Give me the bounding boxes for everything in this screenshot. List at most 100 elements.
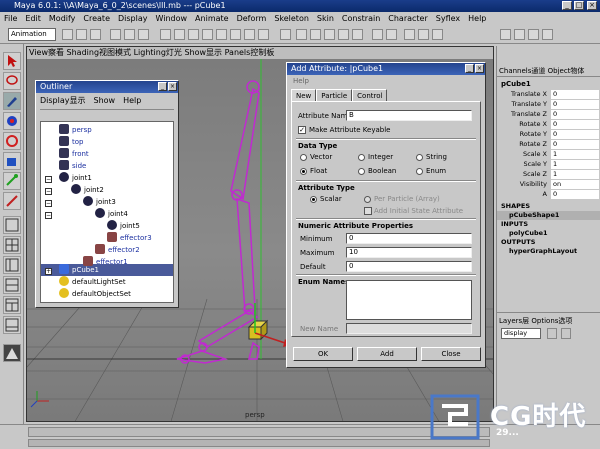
menu-edit[interactable]: Edit [25, 12, 41, 26]
dialog-minimize-button[interactable]: _ [465, 64, 474, 73]
range-slider[interactable] [28, 439, 490, 447]
channel-row[interactable]: Translate Y0 [499, 100, 599, 109]
layout-four-icon[interactable] [3, 236, 21, 254]
render-globals-icon[interactable] [432, 29, 443, 40]
channel-row[interactable]: Translate Z0 [499, 110, 599, 119]
new-name-input[interactable] [346, 323, 472, 334]
list-item[interactable]: side [59, 160, 86, 172]
list-item[interactable]: joint4 [95, 208, 128, 220]
channel-row[interactable]: Rotate Z0 [499, 140, 599, 149]
close-button[interactable]: × [587, 1, 597, 10]
minimize-button[interactable]: _ [562, 1, 572, 10]
layer-options-icon[interactable] [561, 328, 571, 339]
lock-selection-icon[interactable] [280, 29, 291, 40]
ipr-render-icon[interactable] [418, 29, 429, 40]
channel-row[interactable]: Rotate X0 [499, 120, 599, 129]
maximize-button[interactable]: □ [574, 1, 584, 10]
expand-toggle[interactable]: + [45, 268, 52, 275]
tab-control[interactable]: Control [352, 89, 388, 101]
add-button[interactable]: Add [357, 347, 417, 361]
dialog-close-button[interactable]: × [475, 64, 484, 73]
select-curve-icon[interactable] [188, 29, 199, 40]
channel-row[interactable]: Visibility on [499, 180, 599, 189]
keyable-checkbox[interactable]: ✓ [298, 126, 306, 134]
boolean-radio[interactable] [358, 168, 365, 175]
tab-particle[interactable]: Particle [316, 89, 353, 101]
menu-skeleton[interactable]: Skeleton [274, 12, 309, 26]
snap-grid-icon[interactable] [296, 29, 307, 40]
layout-single-icon[interactable] [3, 216, 21, 234]
list-item[interactable]: persp [59, 124, 92, 136]
expand-toggle[interactable]: − [45, 200, 52, 207]
list-item[interactable]: joint1 [59, 172, 92, 184]
list-item[interactable]: front [59, 148, 89, 160]
list-item[interactable]: joint5 [107, 220, 140, 232]
menu-help[interactable]: Help [468, 12, 486, 26]
select-misc-icon[interactable] [258, 29, 269, 40]
channel-row[interactable]: Scale Z1 [499, 170, 599, 179]
select-dynamic-icon[interactable] [230, 29, 241, 40]
tool-settings-toggle-icon[interactable] [528, 29, 539, 40]
expand-toggle[interactable]: − [45, 212, 52, 219]
history-icon[interactable] [372, 29, 383, 40]
shape-node[interactable]: pCubeShape1 [509, 211, 559, 219]
list-item[interactable]: defaultLightSet [59, 276, 126, 288]
layout-hypershade-icon[interactable] [3, 296, 21, 314]
snap-view-icon[interactable] [338, 29, 349, 40]
integer-radio[interactable] [358, 154, 365, 161]
manipulator-tool-icon[interactable] [3, 172, 21, 190]
viewport-menu[interactable]: View察看 Shading视图模式 Lighting灯光 Show显示 Pan… [27, 47, 493, 59]
dialog-menu-help[interactable]: Help [293, 77, 309, 85]
menu-character[interactable]: Character [388, 12, 428, 26]
select-tool-icon[interactable] [3, 52, 21, 70]
menu-syflex[interactable]: Syflex [436, 12, 460, 26]
select-joint-icon[interactable] [174, 29, 185, 40]
channel-row[interactable]: Scale X1 [499, 150, 599, 159]
layout-persp-outliner-icon[interactable] [3, 256, 21, 274]
channel-row[interactable]: Scale Y1 [499, 160, 599, 169]
expand-toggle[interactable]: − [45, 176, 52, 183]
menu-deform[interactable]: Deform [237, 12, 267, 26]
outliner-menu-help[interactable]: Help [123, 95, 141, 107]
enum-radio[interactable] [416, 168, 423, 175]
menu-modify[interactable]: Modify [49, 12, 76, 26]
enum-names-list[interactable] [346, 280, 472, 320]
layer-mode-select[interactable]: display [501, 328, 541, 339]
attribute-editor-toggle-icon[interactable] [514, 29, 525, 40]
attribute-name-input[interactable]: B [346, 110, 472, 121]
soft-mod-tool-icon[interactable] [3, 192, 21, 210]
scalar-radio[interactable] [310, 196, 317, 203]
snap-curve-icon[interactable] [310, 29, 321, 40]
outliner-minimize-button[interactable]: _ [158, 82, 167, 91]
ok-button[interactable]: OK [293, 347, 353, 361]
scale-tool-icon[interactable] [3, 152, 21, 170]
expand-toggle[interactable]: − [45, 188, 52, 195]
tab-new[interactable]: New [291, 89, 317, 101]
per-particle-radio[interactable] [364, 196, 371, 203]
menu-animate[interactable]: Animate [195, 12, 229, 26]
output-node[interactable]: hyperGraphLayout [509, 247, 577, 255]
select-hierarchy-icon[interactable] [110, 29, 121, 40]
channel-box-toggle-icon[interactable] [500, 29, 511, 40]
rotate-tool-icon[interactable] [3, 132, 21, 150]
layers-tabs[interactable]: Layers层 Options选项 [499, 316, 572, 326]
initial-state-checkbox[interactable] [364, 207, 372, 215]
channel-box-tabs[interactable]: Channels通道 Object物体 [499, 66, 584, 76]
select-handle-icon[interactable] [160, 29, 171, 40]
menu-window[interactable]: Window [156, 12, 188, 26]
close-dialog-button[interactable]: Close [421, 347, 481, 361]
new-scene-icon[interactable] [62, 29, 73, 40]
input-node[interactable]: polyCube1 [509, 229, 548, 237]
menu-skin[interactable]: Skin [317, 12, 334, 26]
vector-radio[interactable] [300, 154, 307, 161]
menu-create[interactable]: Create [83, 12, 110, 26]
channel-row[interactable]: Translate X0 [499, 90, 599, 99]
select-deformer-icon[interactable] [216, 29, 227, 40]
channel-row[interactable]: Rotate Y0 [499, 130, 599, 139]
maximum-input[interactable]: 10 [346, 247, 472, 258]
list-item-selected[interactable]: pCube1 [59, 264, 99, 276]
snap-point-icon[interactable] [324, 29, 335, 40]
layout-persp-graph-icon[interactable] [3, 276, 21, 294]
layout-persp-trax-icon[interactable] [3, 316, 21, 334]
outliner-menu-show[interactable]: Show [94, 95, 116, 107]
